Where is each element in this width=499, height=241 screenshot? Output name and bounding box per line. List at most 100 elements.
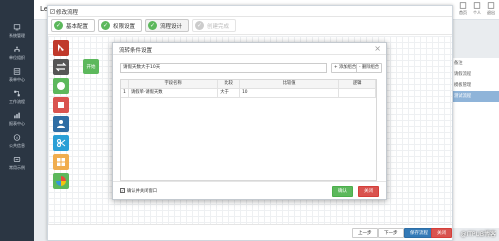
- workflow-window-title: 修改流程: [56, 10, 79, 16]
- column-header: 字段名称: [129, 80, 219, 88]
- column-header: 比较值: [240, 80, 340, 88]
- tool-play[interactable]: [53, 78, 69, 94]
- step-label: 创建完成: [207, 23, 230, 30]
- condition-name-input[interactable]: 请假天数大于10天: [120, 63, 327, 73]
- tool-swap[interactable]: [53, 59, 69, 75]
- column-header: [121, 80, 129, 88]
- logo: [0, 0, 34, 20]
- right-panel-item[interactable]: 备注: [450, 58, 499, 69]
- table-empty-area: [121, 98, 376, 180]
- sidebar-item-6[interactable]: 常用示例: [0, 152, 34, 174]
- top-nav-icon: [473, 2, 481, 9]
- watermark: @ITPUB博客: [460, 231, 496, 238]
- sidebar-item-3[interactable]: 工作流程: [0, 86, 34, 108]
- grid-icon: [57, 158, 65, 166]
- workflow-footer: 上一步 下一步 保存流程 关闭: [48, 224, 452, 240]
- prev-step-button[interactable]: 上一步: [352, 228, 378, 238]
- top-nav-item-1[interactable]: 个人: [473, 2, 481, 16]
- condition-dialog-header: 流转条件设置 ×: [113, 43, 386, 55]
- sidebar-item-4[interactable]: 报表中心: [0, 108, 34, 130]
- fork-icon: [57, 139, 66, 147]
- sidebar-item-label: 系统管理: [9, 32, 25, 38]
- sidebar-item-5[interactable]: 公共信息: [0, 130, 34, 152]
- sidebar-item-1[interactable]: 单位组织: [0, 42, 34, 64]
- add-group-button[interactable]: + 添加组合: [331, 63, 360, 73]
- delete-group-button[interactable]: - 删除组合: [356, 63, 383, 73]
- top-nav-label: 首页: [459, 10, 467, 15]
- play-icon: [57, 82, 65, 90]
- user-icon: [57, 120, 65, 128]
- tool-user[interactable]: [53, 116, 69, 132]
- check-icon: ✓: [195, 21, 205, 30]
- table-row[interactable]: 1 请假单-请假天数 大于 10: [121, 89, 376, 98]
- report-icon: [14, 112, 20, 118]
- step-1[interactable]: ✓ 基本配置: [51, 19, 96, 32]
- sidebar-item-label: 公共信息: [9, 142, 25, 148]
- check-icon: ✓: [54, 21, 63, 30]
- top-nav-label: 退出: [487, 10, 495, 15]
- condition-table: 字段名称 比较 比较值 逻辑 1 请假单-请假天数 大于 10: [120, 79, 377, 181]
- right-panel-item[interactable]: 请假流程: [450, 69, 499, 80]
- right-panel-item[interactable]: 模板管理: [450, 80, 499, 91]
- sidebar-item-label: 常用示例: [9, 164, 25, 170]
- start-node[interactable]: 开始: [83, 59, 99, 74]
- sidebar-item-label: 工作流程: [9, 98, 25, 104]
- example-icon: [13, 156, 21, 162]
- column-header: 比较: [218, 80, 241, 88]
- swap-icon: [55, 62, 67, 72]
- tool-pointer[interactable]: [53, 40, 69, 56]
- top-nav-item-0[interactable]: 首页: [459, 2, 467, 16]
- tool-stop[interactable]: [53, 97, 69, 113]
- flow-icon: [14, 90, 20, 96]
- sidebar-item-0[interactable]: 系统管理: [0, 20, 34, 42]
- tool-grid[interactable]: [53, 154, 69, 170]
- right-panel-item[interactable]: 测试流程: [450, 91, 499, 102]
- table-cell: 请假单-请假天数: [129, 89, 219, 97]
- check-icon: ✓: [101, 21, 111, 30]
- pointer-icon: [58, 44, 64, 52]
- step-bar: ✓ 基本配置 ✓ 权限设置 ✓ 流程设计 ✓ 创建完成: [48, 17, 452, 35]
- right-panel: 备注 请假流程 模板管理 测试流程: [449, 58, 499, 228]
- close-after-confirm-label: 确认并关闭窗口: [127, 188, 158, 194]
- edit-icon: [50, 9, 55, 14]
- step-2[interactable]: ✓ 权限设置: [98, 19, 143, 32]
- save-flow-button[interactable]: 保存流程: [404, 228, 434, 238]
- top-nav-label: 个人: [473, 10, 481, 15]
- close-window-button[interactable]: 关闭: [431, 228, 452, 238]
- step-label: 权限设置: [113, 23, 136, 30]
- condition-dialog: 流转条件设置 × 请假天数大于10天 + 添加组合 - 删除组合 字段名称 比较比…: [112, 42, 387, 200]
- tool-pie[interactable]: [53, 173, 69, 189]
- tool-fork[interactable]: [53, 135, 69, 151]
- toolbox: [53, 40, 71, 189]
- step-4[interactable]: ✓ 创建完成: [192, 19, 237, 32]
- step-3[interactable]: ✓ 流程设计: [145, 19, 190, 32]
- check-icon: ✓: [148, 21, 158, 30]
- form-icon: [13, 67, 21, 75]
- table-cell: [339, 89, 376, 97]
- table-cell: 10: [240, 89, 340, 97]
- sidebar-item-label: 报表中心: [9, 120, 25, 126]
- sidebar-item-label: 表单中心: [9, 76, 25, 82]
- workflow-window-header: 修改流程: [48, 6, 452, 17]
- org-icon: [14, 46, 20, 52]
- top-nav-item-2[interactable]: 退出: [487, 2, 495, 16]
- stop-icon: [58, 102, 64, 108]
- sidebar-item-label: 单位组织: [9, 54, 25, 60]
- condition-dialog-title: 流转条件设置: [119, 48, 153, 54]
- table-cell: 大于: [218, 89, 241, 97]
- close-after-confirm-checkbox[interactable]: ✓: [120, 188, 125, 193]
- top-nav-icon: [487, 2, 495, 9]
- monitor-icon: [13, 23, 21, 30]
- left-nav: 系统管理单位组织表单中心工作流程报表中心公共信息常用示例: [0, 0, 34, 241]
- info-icon: [13, 133, 21, 141]
- close-icon[interactable]: ×: [374, 44, 381, 53]
- confirm-button[interactable]: 确认: [332, 186, 353, 197]
- table-cell: 1: [121, 89, 129, 97]
- table-header: 字段名称 比较 比较值 逻辑: [121, 80, 376, 89]
- step-label: 流程设计: [160, 23, 183, 30]
- pie-icon: [56, 176, 66, 186]
- sidebar-item-2[interactable]: 表单中心: [0, 64, 34, 86]
- next-step-button[interactable]: 下一步: [378, 228, 404, 238]
- top-nav-icon: [459, 2, 467, 9]
- dialog-close-button[interactable]: 关闭: [358, 186, 379, 197]
